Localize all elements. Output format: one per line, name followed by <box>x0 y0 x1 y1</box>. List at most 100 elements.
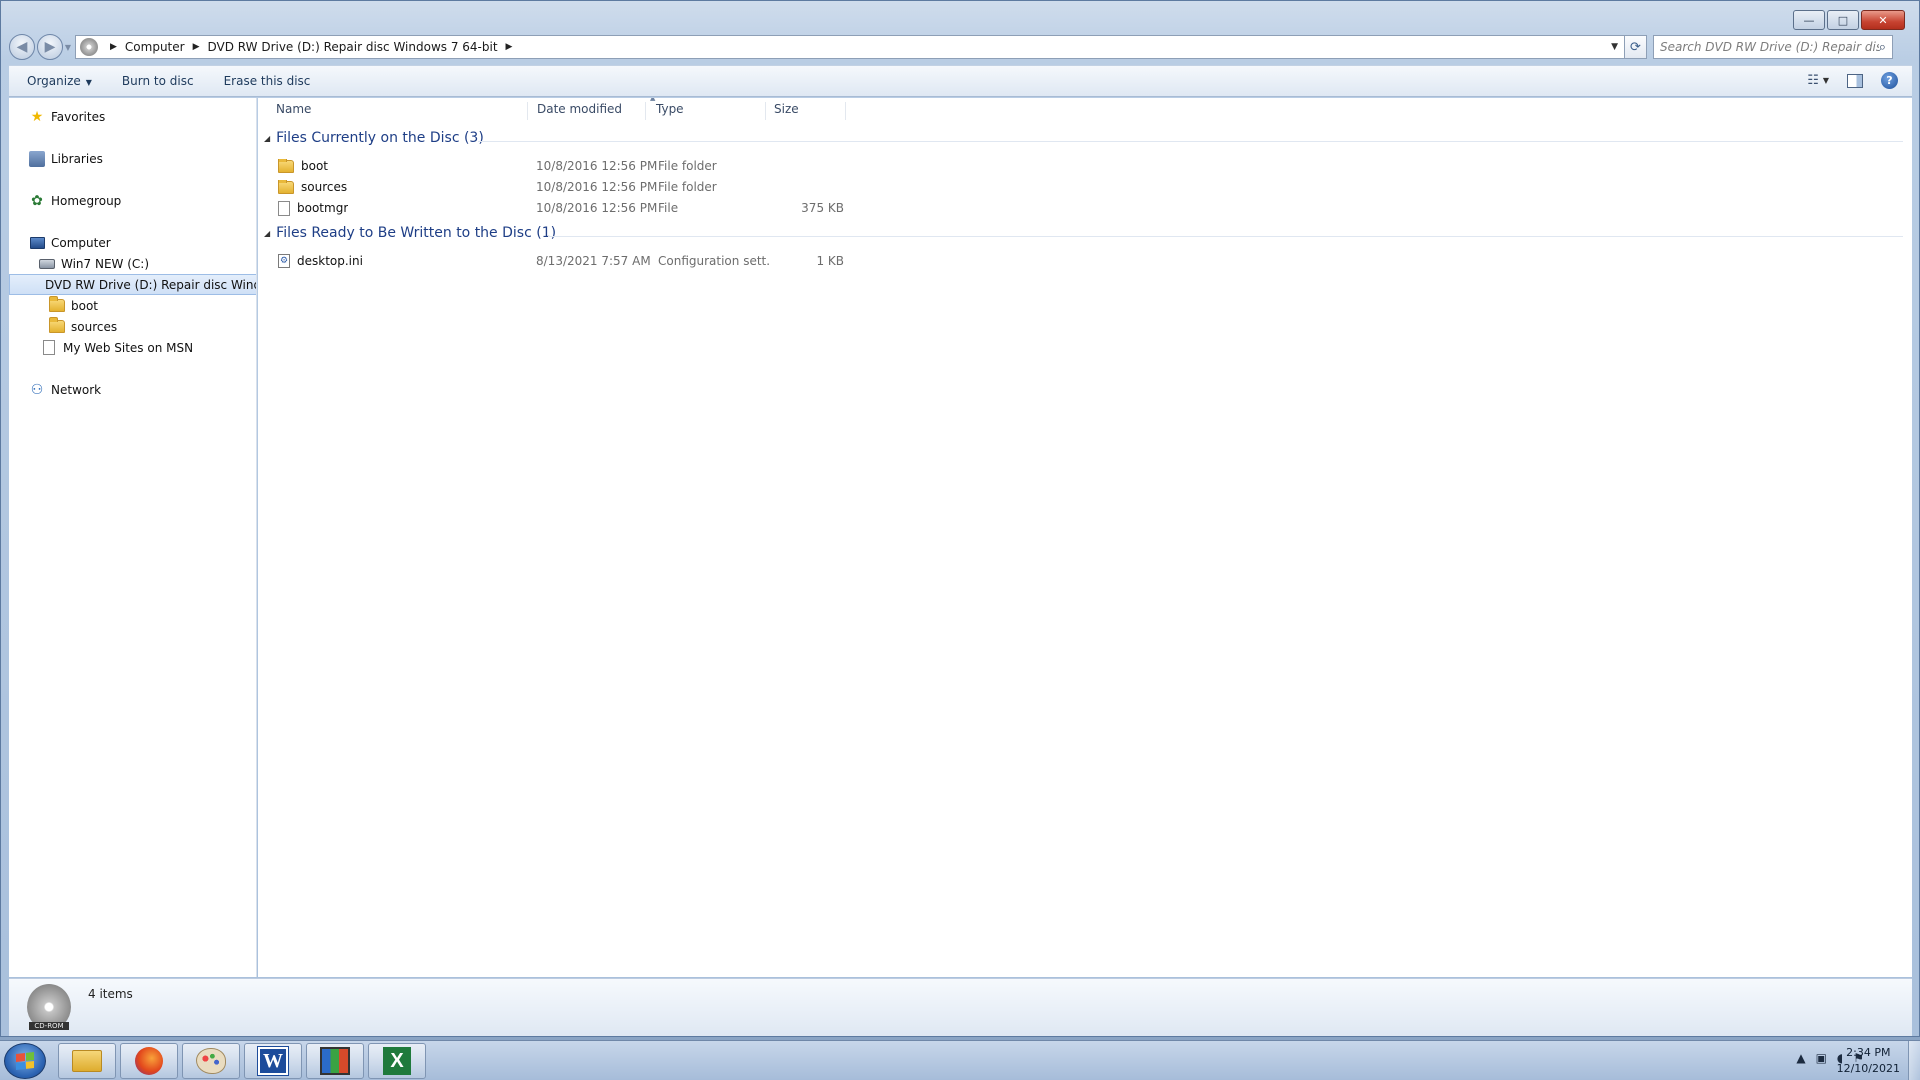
burn-to-disc-button[interactable]: Burn to disc <box>122 74 194 88</box>
nav-item-homegroup[interactable]: ✿ Homegroup <box>29 190 121 211</box>
excel-icon: X <box>383 1047 411 1075</box>
nav-item-computer[interactable]: Computer <box>29 232 111 253</box>
show-hidden-icons-icon[interactable]: ▲ <box>1796 1051 1805 1065</box>
column-headers: ▲ Name Date modified Type Size <box>258 98 1912 122</box>
file-name: sources <box>301 180 348 194</box>
refresh-icon: ⟳ <box>1630 39 1641 55</box>
group-title: Files Currently on the Disc (3) <box>276 130 484 146</box>
chevron-down-icon[interactable]: ▼ <box>1823 76 1829 85</box>
column-header-size[interactable]: Size <box>766 102 846 120</box>
group-divider <box>548 236 1903 237</box>
chart-app-icon <box>320 1047 350 1075</box>
chevron-right-icon[interactable]: ▶ <box>506 42 513 52</box>
recent-pages-dropdown[interactable]: ▼ <box>63 43 73 52</box>
table-row[interactable]: boot 10/8/2016 12:56 PM File folder <box>258 156 858 176</box>
network-status-icon[interactable]: ▣ <box>1816 1051 1827 1065</box>
erase-disc-button[interactable]: Erase this disc <box>224 74 311 88</box>
nav-item-label: Homegroup <box>51 193 122 208</box>
minimize-button[interactable]: — <box>1793 10 1825 30</box>
address-row: ◀ ▶ ▼ ▶ Computer ▶ DVD RW Drive (D:) Rep… <box>9 34 1911 60</box>
folder-icon <box>278 180 294 194</box>
page-icon <box>41 340 57 356</box>
file-name-cell: ⚙ desktop.ini <box>278 254 363 268</box>
table-row[interactable]: bootmgr 10/8/2016 12:56 PM File 375 KB <box>258 198 858 218</box>
breadcrumb-dvd-drive[interactable]: DVD RW Drive (D:) Repair disc Windows 7 … <box>208 40 498 54</box>
taskbar-chart-app[interactable] <box>306 1043 364 1079</box>
nav-item-label: Win7 NEW (C:) <box>61 256 150 271</box>
group-divider <box>478 141 1903 142</box>
nav-item-libraries[interactable]: Libraries <box>29 148 103 169</box>
taskbar-word[interactable]: W <box>244 1043 302 1079</box>
nav-item-sources[interactable]: sources <box>49 316 117 337</box>
nav-item-boot[interactable]: boot <box>49 295 98 316</box>
forward-arrow-icon: ▶ <box>44 39 56 55</box>
collapse-triangle-icon[interactable]: ◢ <box>264 134 270 143</box>
clock-time: 2:34 PM <box>1846 1046 1891 1059</box>
details-pane: CD-ROM 4 items <box>9 978 1912 1036</box>
show-desktop-button[interactable] <box>1908 1041 1920 1080</box>
taskbar-excel[interactable]: X <box>368 1043 426 1079</box>
nav-item-label: Libraries <box>51 151 103 166</box>
type-cell: Configuration sett... <box>658 254 770 268</box>
preview-pane-icon[interactable] <box>1847 73 1863 88</box>
nav-item-label: Network <box>51 382 102 397</box>
type-cell: File folder <box>658 159 717 173</box>
cd-rom-icon: CD-ROM <box>27 984 71 1030</box>
nav-item-msn[interactable]: My Web Sites on MSN <box>41 337 193 358</box>
nav-item-label: sources <box>71 319 118 334</box>
collapse-triangle-icon[interactable]: ◢ <box>264 229 270 238</box>
taskbar-explorer[interactable] <box>58 1043 116 1079</box>
date-cell: 10/8/2016 12:56 PM <box>536 201 658 215</box>
computer-icon <box>29 235 45 251</box>
file-name-cell: bootmgr <box>278 200 348 216</box>
column-header-name[interactable]: Name <box>258 102 528 120</box>
forward-button[interactable]: ▶ <box>37 34 63 60</box>
explorer-window: — □ ✕ ◀ ▶ ▼ ▶ Computer ▶ DVD RW Drive (D… <box>0 0 1920 1037</box>
table-row[interactable]: ⚙ desktop.ini 8/13/2021 7:57 AM Configura… <box>258 251 858 271</box>
change-view-icon[interactable]: ☷ <box>1807 73 1819 88</box>
nav-item-network[interactable]: ⚇ Network <box>29 379 101 400</box>
date-cell: 8/13/2021 7:57 AM <box>536 254 651 268</box>
group-header-current[interactable]: ◢ Files Currently on the Disc (3) <box>264 130 484 146</box>
taskbar: W X ▲ ▣ ◖ ⚑ 2:34 PM 12/10/2021 <box>0 1040 1920 1080</box>
taskbar-firefox[interactable] <box>120 1043 178 1079</box>
nav-item-c-drive[interactable]: Win7 NEW (C:) <box>39 253 149 274</box>
organize-button[interactable]: Organize ▼ <box>27 74 92 88</box>
address-dropdown-icon[interactable]: ▼ <box>1611 42 1618 52</box>
taskbar-paint[interactable] <box>182 1043 240 1079</box>
address-bar[interactable]: ▶ Computer ▶ DVD RW Drive (D:) Repair di… <box>75 35 1625 59</box>
libraries-icon <box>29 150 45 167</box>
search-input[interactable]: Search DVD RW Drive (D:) Repair disc... … <box>1653 35 1893 59</box>
back-button[interactable]: ◀ <box>9 34 35 60</box>
search-placeholder: Search DVD RW Drive (D:) Repair disc... <box>1660 40 1879 54</box>
table-row[interactable]: sources 10/8/2016 12:56 PM File folder <box>258 177 858 197</box>
column-header-date[interactable]: Date modified <box>528 102 646 120</box>
column-header-type[interactable]: Type <box>646 102 766 120</box>
type-cell: File folder <box>658 180 717 194</box>
clock[interactable]: 2:34 PM 12/10/2021 <box>1837 1045 1900 1077</box>
chevron-right-icon[interactable]: ▶ <box>193 42 200 52</box>
file-list: ▲ Name Date modified Type Size ◢ Files C… <box>258 98 1912 977</box>
help-icon[interactable]: ? <box>1881 72 1898 89</box>
star-icon: ★ <box>30 108 44 125</box>
nav-item-dvd-drive[interactable]: DVD RW Drive (D:) Repair disc Windows 7 … <box>9 274 256 295</box>
group-header-ready[interactable]: ◢ Files Ready to Be Written to the Disc … <box>264 225 556 241</box>
nav-item-favorites[interactable]: ★ Favorites <box>29 106 106 127</box>
size-cell: 375 KB <box>801 201 844 215</box>
word-icon: W <box>257 1046 289 1076</box>
start-button[interactable] <box>4 1043 46 1079</box>
close-button[interactable]: ✕ <box>1861 10 1905 30</box>
file-name-cell: boot <box>278 159 328 173</box>
chevron-right-icon[interactable]: ▶ <box>110 42 117 52</box>
homegroup-icon: ✿ <box>31 192 43 209</box>
search-icon[interactable]: ⌕ <box>1879 40 1886 55</box>
file-name: desktop.ini <box>297 254 363 268</box>
file-name: boot <box>301 159 329 173</box>
maximize-button[interactable]: □ <box>1827 10 1859 30</box>
folder-icon <box>278 159 294 173</box>
refresh-button[interactable]: ⟳ <box>1625 35 1647 59</box>
nav-item-label: My Web Sites on MSN <box>63 340 194 355</box>
size-cell: 1 KB <box>816 254 844 268</box>
breadcrumb-computer[interactable]: Computer <box>125 40 185 54</box>
date-cell: 10/8/2016 12:56 PM <box>536 180 658 194</box>
